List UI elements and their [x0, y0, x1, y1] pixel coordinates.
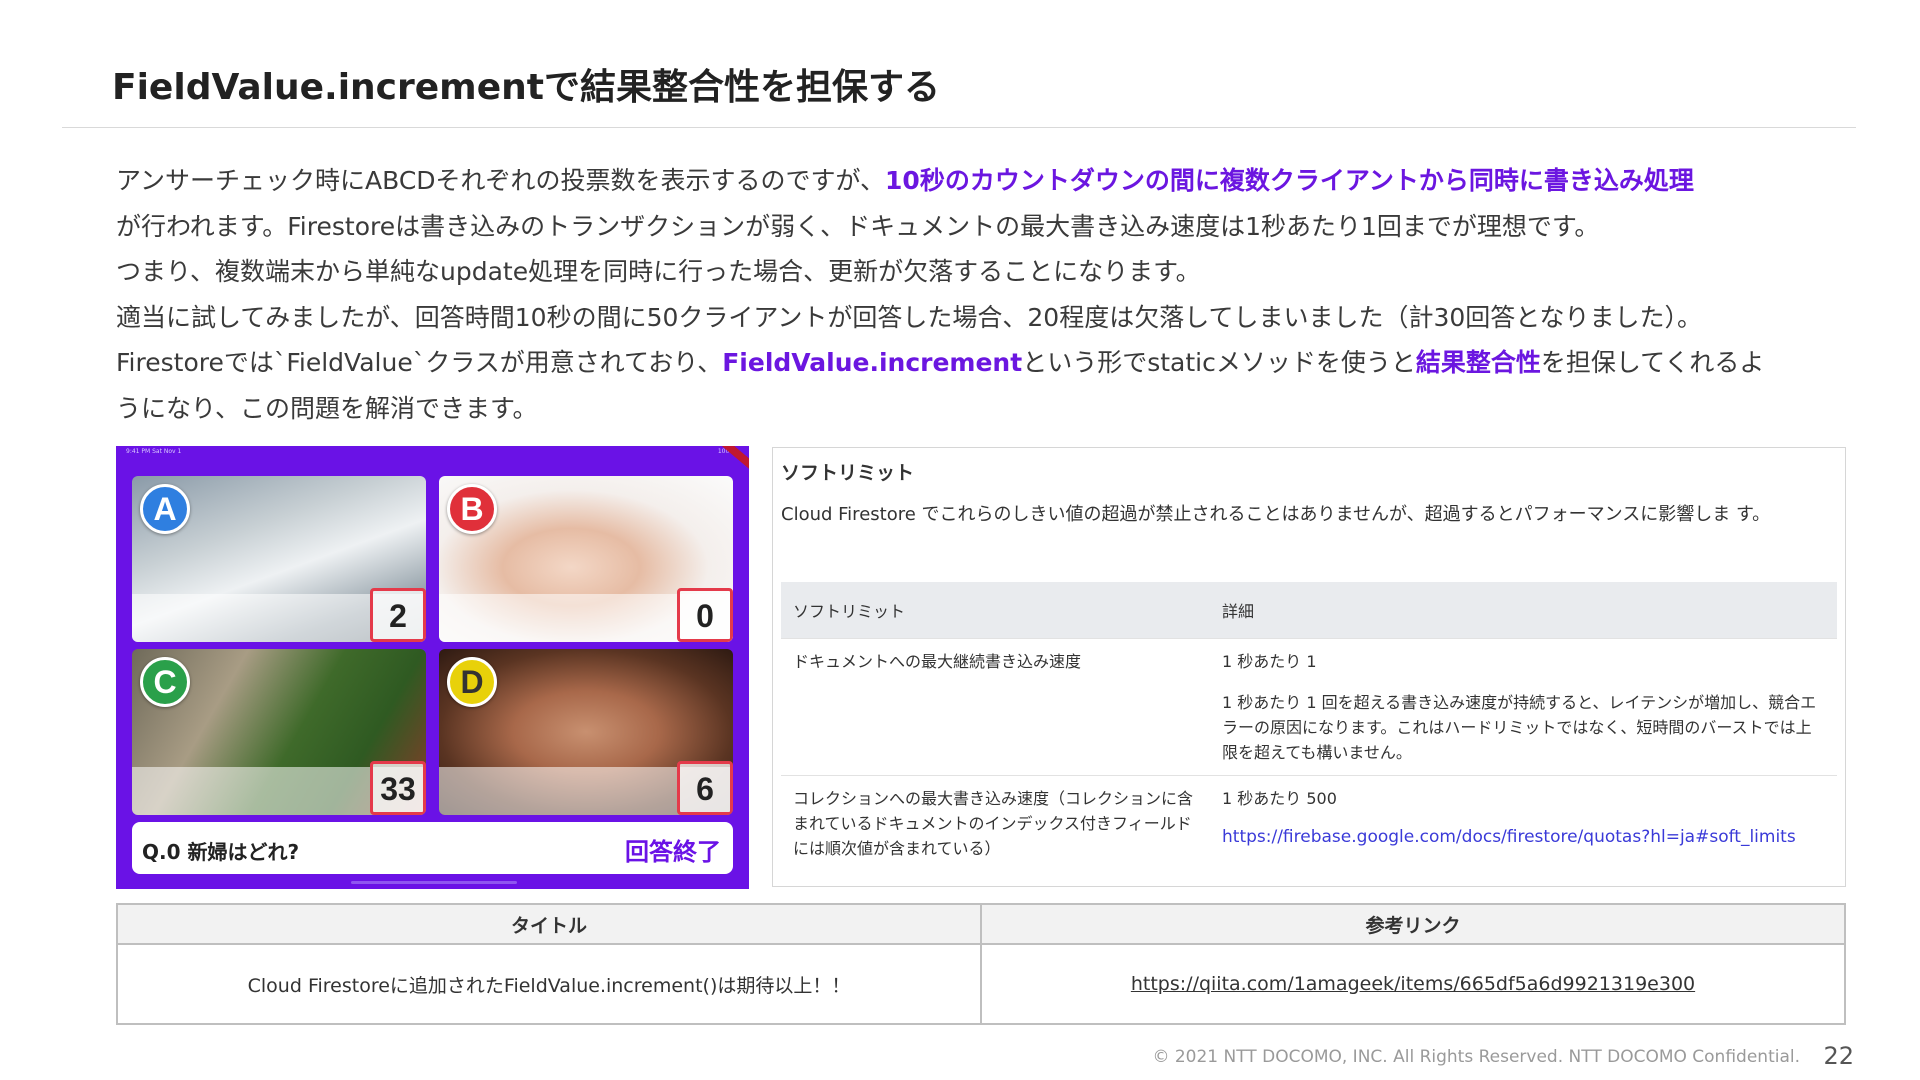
option-badge: C — [140, 657, 190, 707]
body-text-segment: という形でstaticメソッドを使うと — [1022, 348, 1416, 377]
answer-closed-label: 回答終了 — [625, 838, 721, 866]
option-badge: A — [140, 484, 190, 534]
body-text-segment: Firestoreでは`FieldValue`クラスが用意されており、 — [116, 348, 723, 377]
body-text-segment: うになり、この問題を解消できます。 — [116, 393, 538, 423]
table-row: コレクションへの最大書き込み速度（コレクションに含まれているドキュメントのインデ… — [781, 775, 1837, 871]
question-bar: Q.0 新婦はどれ? 回答終了 — [132, 822, 733, 874]
quiz-screenshot: 9:41 PM Sat Nov 1 100% A 2 B 0 C 33 D 6 … — [116, 446, 749, 889]
body-line: つまり、複数端末から単純なupdate処理を同時に行った場合、更新が欠落すること… — [116, 249, 1866, 295]
option-badge: B — [447, 484, 497, 534]
vote-count: 6 — [677, 761, 733, 815]
highlight-text: 10秒のカウントダウンの間に複数クライアントから同時に書き込み処理 — [885, 166, 1694, 195]
vote-count: 2 — [370, 588, 426, 642]
vote-count: 0 — [677, 588, 733, 642]
limit-name: コレクションへの最大書き込み速度（コレクションに含まれているドキュメントのインデ… — [781, 775, 1210, 871]
table-row: ドキュメントへの最大継続書き込み速度 1 秒あたり 1 1 秒あたり 1 回を超… — [781, 638, 1837, 776]
reference-title: Cloud Firestoreに追加されたFieldValue.incremen… — [116, 943, 982, 1025]
limit-note: 1 秒あたり 1 回を超える書き込み速度が持続すると、レイテンシが増加し、競合エ… — [1222, 693, 1817, 762]
col-header-title: タイトル — [116, 903, 982, 945]
limit-name: ドキュメントへの最大継続書き込み速度 — [781, 638, 1210, 776]
status-bar: 9:41 PM Sat Nov 1 100% — [116, 446, 749, 458]
col-header-link: 参考リンク — [980, 903, 1846, 945]
page-number: 22 — [1823, 1042, 1854, 1070]
vote-count: 33 — [370, 761, 426, 815]
answer-option-b[interactable]: B 0 — [439, 476, 733, 642]
quotas-link[interactable]: https://firebase.google.com/docs/firesto… — [1222, 825, 1825, 850]
body-text-segment: アンサーチェック時にABCDそれぞれの投票数を表示するのですが、 — [116, 166, 886, 195]
option-badge: D — [447, 657, 497, 707]
highlight-text: 結果整合性 — [1415, 348, 1541, 377]
reference-link[interactable]: https://qiita.com/1amageek/items/665df5a… — [1131, 973, 1695, 995]
body-text-segment: を担保してくれるよ — [1540, 348, 1765, 377]
body-line: が行われます。Firestoreは書き込みのトランザクションが弱く、ドキュメント… — [116, 204, 1866, 250]
softlimit-doc: ソフトリミット Cloud Firestore でこれらのしきい値の超過が禁止さ… — [772, 447, 1846, 887]
reference-table: タイトル 参考リンク Cloud Firestoreに追加されたFieldVal… — [116, 903, 1846, 1025]
body-line: 適当に試してみましたが、回答時間10秒の間に50クライアントが回答した場合、20… — [116, 295, 1866, 341]
title-divider — [62, 127, 1856, 128]
answer-option-a[interactable]: A 2 — [132, 476, 426, 642]
col-header-detail: 詳細 — [1210, 582, 1837, 639]
slide-title: FieldValue.incrementで結果整合性を担保する — [112, 67, 940, 108]
softlimit-heading: ソフトリミット — [781, 462, 915, 484]
body-line: アンサーチェック時にABCDそれぞれの投票数を表示するのですが、10秒のカウント… — [116, 158, 1866, 204]
answer-option-c[interactable]: C 33 — [132, 649, 426, 815]
table-row: Cloud Firestoreに追加されたFieldValue.incremen… — [116, 943, 1846, 1025]
body-text-segment: つまり、複数端末から単純なupdate処理を同時に行った場合、更新が欠落すること… — [116, 257, 1201, 286]
body-text-segment: が行われます。Firestoreは書き込みのトランザクションが弱く、ドキュメント… — [116, 211, 1600, 241]
col-header-limit: ソフトリミット — [781, 582, 1210, 639]
body-line: Firestoreでは`FieldValue`クラスが用意されており、Field… — [116, 340, 1866, 386]
softlimit-description: Cloud Firestore でこれらのしきい値の超過が禁止されることはありま… — [781, 504, 1771, 525]
home-indicator — [351, 881, 517, 884]
softlimit-table: ソフトリミット 詳細 ドキュメントへの最大継続書き込み速度 1 秒あたり 1 1… — [781, 582, 1837, 871]
answer-option-d[interactable]: D 6 — [439, 649, 733, 815]
body-paragraphs: アンサーチェック時にABCDそれぞれの投票数を表示するのですが、10秒のカウント… — [116, 158, 1866, 431]
question-text: Q.0 新婦はどれ? — [142, 840, 300, 864]
body-text-segment: 適当に試してみましたが、回答時間10秒の間に50クライアントが回答した場合、20… — [116, 302, 1703, 332]
status-time: 9:41 PM Sat Nov 1 — [126, 448, 182, 455]
copyright-footer: © 2021 NTT DOCOMO, INC. All Rights Reser… — [1152, 1047, 1800, 1067]
highlight-text: FieldValue.increment — [722, 348, 1023, 377]
limit-value: 1 秒あたり 1 — [1222, 652, 1317, 671]
limit-value: 1 秒あたり 500 — [1222, 789, 1337, 808]
body-line: うになり、この問題を解消できます。 — [116, 386, 1866, 432]
